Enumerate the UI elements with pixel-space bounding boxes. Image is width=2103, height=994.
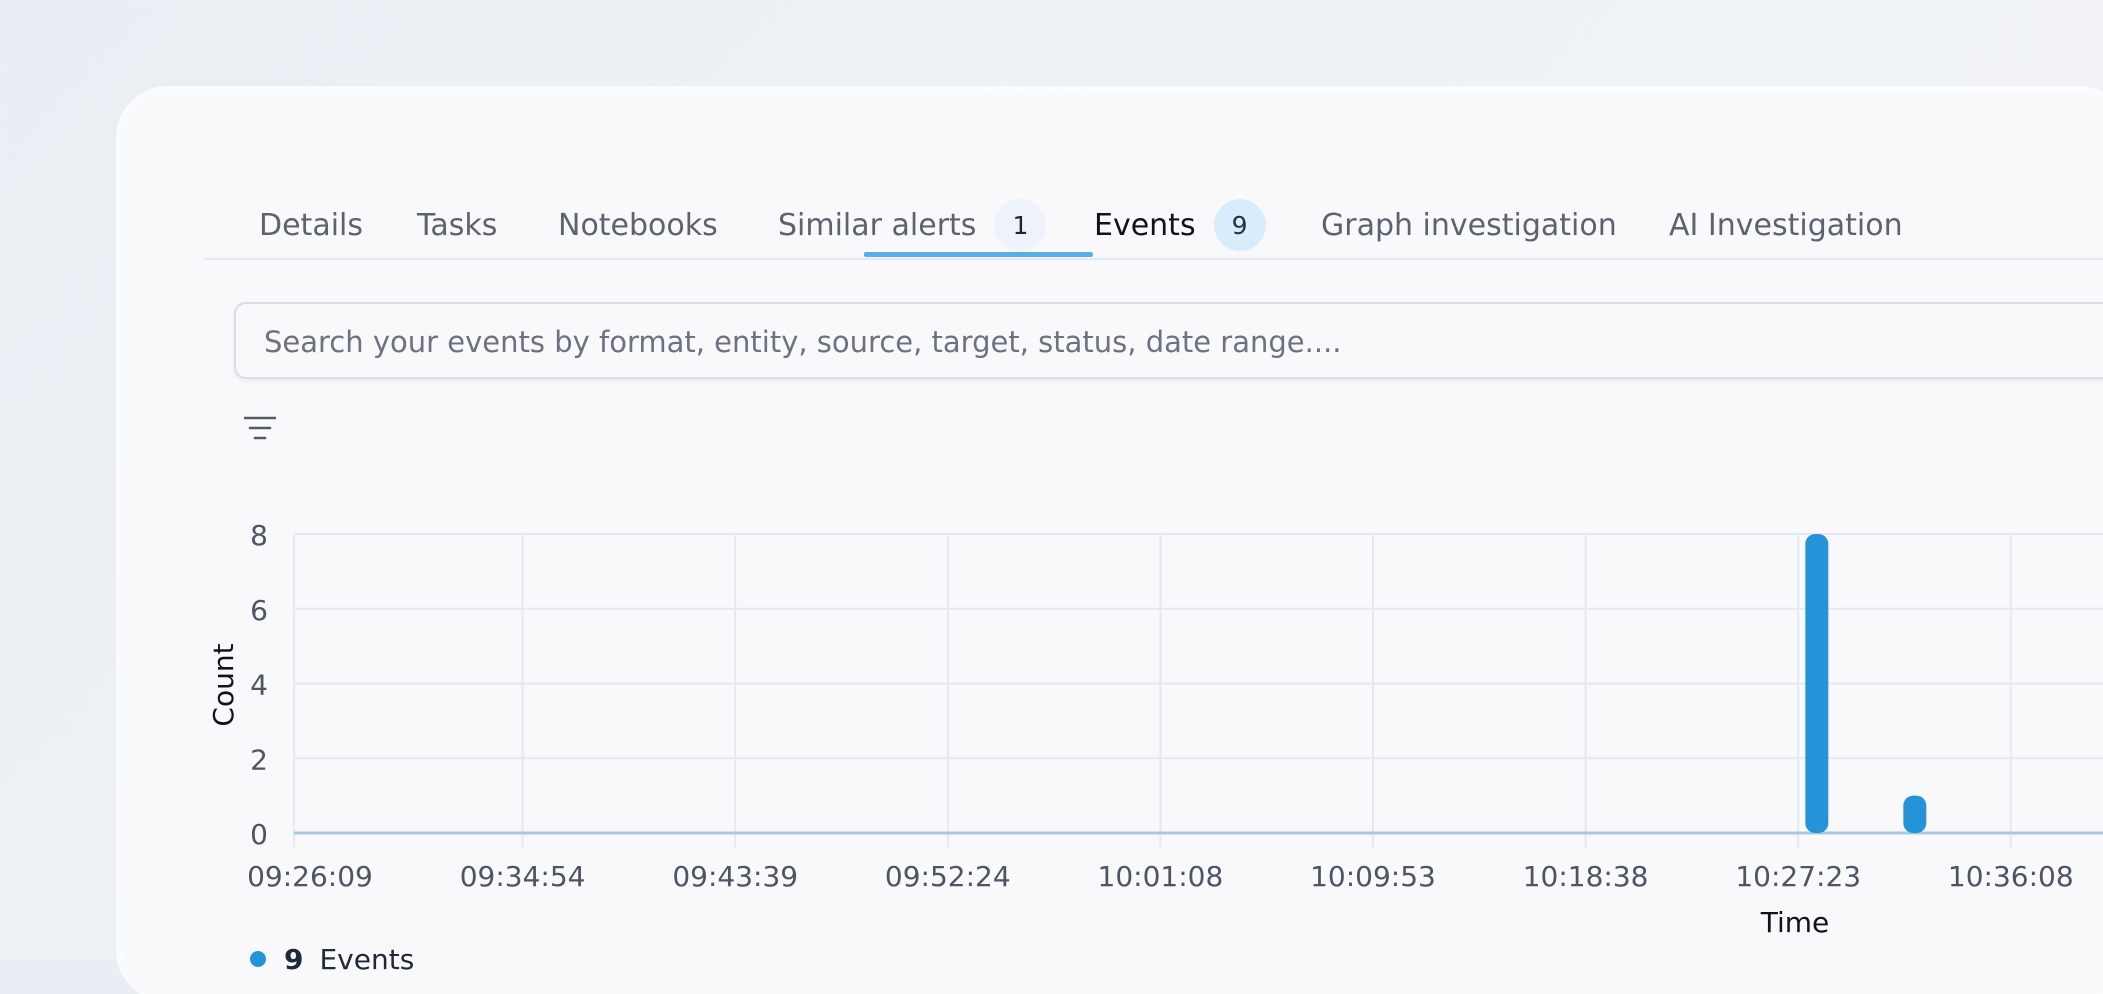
tab-details[interactable]: Details [259,192,363,258]
similar-alerts-count-badge: 1 [994,199,1047,251]
tab-notebooks[interactable]: Notebooks [558,192,718,258]
tab-ai-investigation[interactable]: AI Investigation [1669,192,1903,258]
tab-bar: Details Tasks Notebooks Similar alerts 1… [204,192,2103,260]
tab-details-label: Details [259,207,364,243]
tab-notebooks-label: Notebooks [558,207,718,243]
tab-ai-investigation-label: AI Investigation [1669,207,1903,243]
legend-label: Events [319,942,415,976]
filter-lines-icon[interactable] [244,414,276,442]
active-tab-indicator [864,252,1093,257]
tab-similar-alerts[interactable]: Similar alerts 1 [778,192,1047,258]
tab-events-label: Events [1094,207,1196,243]
tab-graph-investigation[interactable]: Graph investigation [1321,192,1617,258]
legend-swatch [250,951,266,967]
legend-count: 9 [284,942,304,976]
chart-legend[interactable]: 9 Events [250,942,415,976]
events-search-box [234,302,2103,379]
events-search-input[interactable] [262,304,2103,379]
events-count-badge: 9 [1213,199,1266,251]
tab-tasks-label: Tasks [417,207,498,243]
tab-graph-investigation-label: Graph investigation [1321,207,1617,243]
tab-similar-alerts-label: Similar alerts [778,207,977,243]
tab-tasks[interactable]: Tasks [417,192,497,258]
tab-events[interactable]: Events 9 [1094,192,1266,258]
